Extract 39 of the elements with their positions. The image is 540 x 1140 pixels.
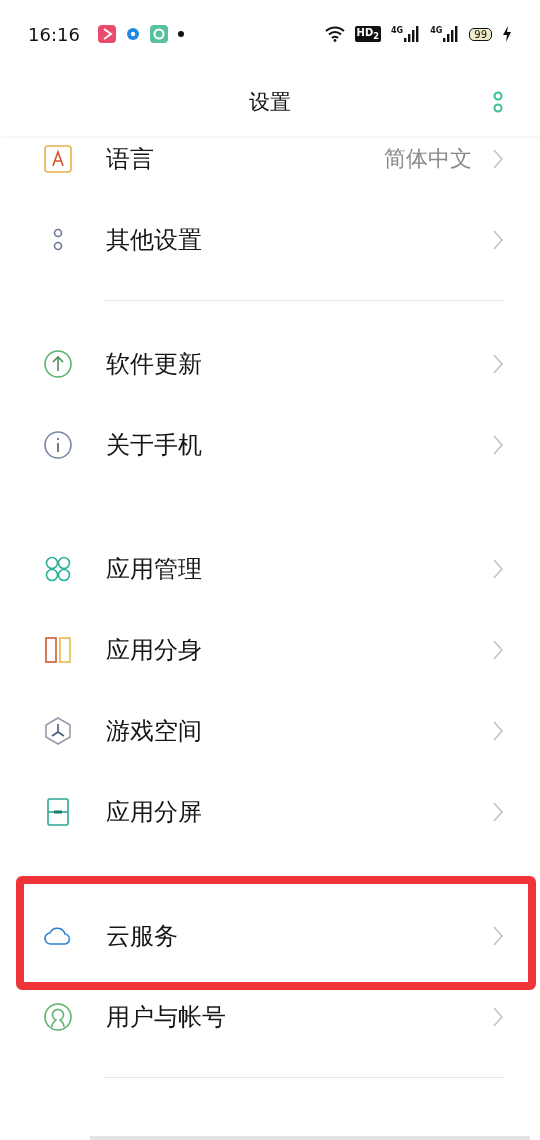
signal-icon bbox=[443, 26, 460, 42]
settings-row[interactable]: 语言 简体中文 bbox=[0, 136, 540, 199]
dot-icon bbox=[177, 31, 184, 37]
settings-row[interactable]: 软件更新 bbox=[0, 323, 540, 404]
letter-a-icon bbox=[43, 143, 73, 174]
wifi-icon bbox=[324, 26, 345, 42]
row-value: 简体中文 bbox=[384, 144, 472, 173]
chevron-icon bbox=[492, 1005, 504, 1028]
chevron-icon bbox=[492, 800, 504, 823]
settings-row[interactable]: 应用分屏 bbox=[0, 771, 540, 852]
hexagon-icon bbox=[43, 715, 73, 746]
chevron-icon bbox=[492, 433, 504, 456]
user-icon bbox=[43, 1001, 73, 1032]
app-icon bbox=[149, 25, 168, 43]
info-icon bbox=[43, 429, 73, 460]
battery-icon: 99 bbox=[469, 27, 492, 41]
status-time: 16:16 bbox=[28, 23, 80, 45]
app-icon bbox=[97, 25, 116, 43]
settings-row[interactable]: 关于手机 bbox=[0, 404, 540, 485]
settings-row[interactable]: 应用管理 bbox=[0, 528, 540, 609]
network-label: 4G bbox=[391, 26, 404, 35]
charging-icon bbox=[502, 26, 512, 42]
chevron-icon bbox=[492, 557, 504, 580]
page-title: 设置 bbox=[249, 89, 291, 116]
signal-icon bbox=[404, 26, 421, 42]
settings-row[interactable]: 应用分身 bbox=[0, 609, 540, 690]
network-label: 4G bbox=[430, 26, 443, 35]
chevron-icon bbox=[492, 638, 504, 661]
chevron-icon bbox=[492, 924, 504, 947]
settings-row[interactable]: 其他设置 bbox=[0, 199, 540, 280]
two-panels-icon bbox=[43, 634, 73, 665]
settings-row[interactable]: 游戏空间 bbox=[0, 690, 540, 771]
chevron-icon bbox=[492, 719, 504, 742]
settings-row[interactable]: 云服务 bbox=[16, 876, 536, 990]
app-icon bbox=[125, 27, 140, 41]
hd-icon: HD$_{2}$ bbox=[354, 26, 381, 42]
chevron-icon bbox=[492, 228, 504, 251]
chevron-icon bbox=[492, 147, 504, 170]
chevron-icon bbox=[492, 352, 504, 375]
